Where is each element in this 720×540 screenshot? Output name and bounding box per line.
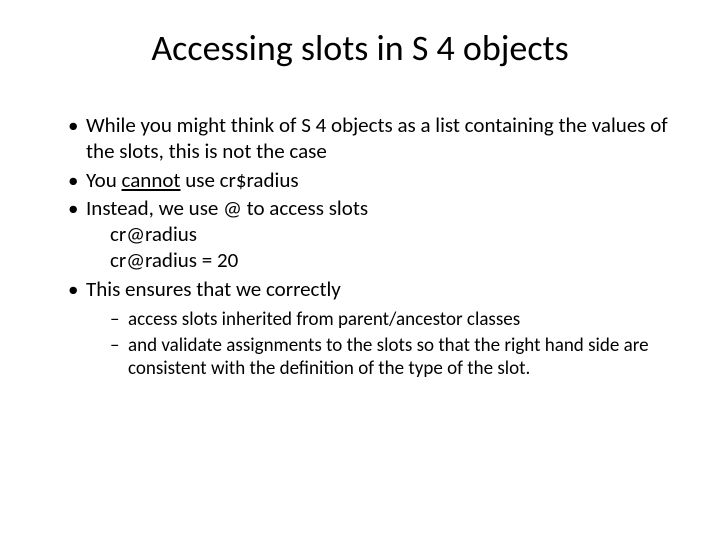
main-bullet-list: While you might think of S 4 objects as …: [40, 112, 680, 381]
bullet-3: Instead, we use @ to access slots cr@rad…: [68, 195, 680, 274]
bullet-3-code-1: cr@radius: [86, 221, 680, 247]
bullet-3-code-2: cr@radius = 20: [86, 247, 680, 273]
slide-title: Accessing slots in S 4 objects: [40, 26, 680, 70]
bullet-2-underlined: cannot: [122, 167, 181, 193]
bullet-4-text: This ensures that we correctly: [86, 276, 341, 302]
bullet-3-text: Instead, we use @ to access slots: [86, 195, 368, 221]
bullet-2: You cannot use cr$radius: [68, 167, 680, 193]
bullet-4: This ensures that we correctly access sl…: [68, 276, 680, 382]
bullet-1: While you might think of S 4 objects as …: [68, 112, 680, 165]
bullet-2-post: use cr$radius: [180, 167, 298, 193]
bullet-2-pre: You: [86, 167, 122, 193]
sub-bullet-2: and validate assignments to the slots so…: [110, 334, 680, 382]
sub-bullet-1: access slots inherited from parent/ances…: [110, 308, 680, 332]
sub-bullet-list: access slots inherited from parent/ances…: [86, 308, 680, 381]
